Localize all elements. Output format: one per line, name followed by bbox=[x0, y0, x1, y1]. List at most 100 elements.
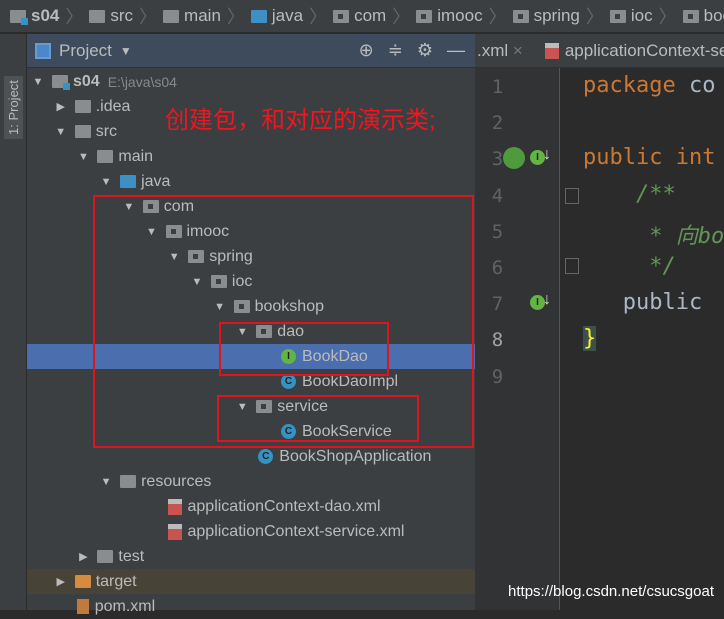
collapse-arrow-icon[interactable]: ▶ bbox=[53, 100, 69, 113]
breadcrumb-item[interactable]: bookshop bbox=[682, 6, 724, 26]
expand-arrow-icon[interactable]: ▼ bbox=[30, 76, 46, 88]
line-number: 5 bbox=[491, 220, 504, 243]
navigation-breadcrumb: s04 〉 src 〉 main 〉 java 〉 com 〉 imooc 〉 spring 〉 ioc 〉 b… bbox=[0, 0, 724, 33]
code-token: package bbox=[583, 73, 689, 98]
expand-arrow-icon[interactable]: ▼ bbox=[75, 151, 91, 163]
separator-icon: 〉 bbox=[226, 7, 245, 27]
tree-item-label: BookShopApplication bbox=[279, 447, 432, 465]
tree-item-label: applicationContext-service.xml bbox=[187, 522, 405, 540]
folder-icon bbox=[416, 9, 433, 23]
module-path: E:\java\s04 bbox=[107, 73, 177, 90]
tree-item[interactable]: ▶ test bbox=[27, 544, 475, 569]
folder-icon bbox=[609, 9, 626, 23]
line-number: 8 bbox=[491, 329, 504, 352]
breadcrumb-item[interactable]: ioc bbox=[609, 6, 653, 26]
breadcrumb-item[interactable]: java bbox=[250, 6, 304, 26]
folder-icon bbox=[250, 9, 267, 23]
tree-item-label: pom.xml bbox=[94, 597, 156, 615]
breadcrumb-label: src bbox=[110, 6, 134, 25]
code-token: */ bbox=[583, 254, 676, 279]
breadcrumb-item[interactable]: s04 bbox=[10, 6, 59, 26]
maven-file-icon bbox=[76, 599, 89, 614]
expand-arrow-icon[interactable]: ▼ bbox=[53, 126, 69, 138]
code-line: public int bbox=[583, 145, 715, 170]
tool-window-stripe: 1: Project bbox=[0, 34, 27, 610]
code-token: int bbox=[675, 145, 716, 171]
line-number: 1 bbox=[491, 76, 504, 98]
tree-item[interactable]: ▼ resources bbox=[27, 469, 475, 494]
tab-xml[interactable]: .xml × bbox=[477, 41, 523, 61]
collapse-icon[interactable]: ≑ bbox=[388, 40, 403, 61]
line-number: 3 bbox=[491, 148, 504, 171]
tree-item[interactable]: ▼ s04 E:\java\s04 bbox=[27, 69, 475, 94]
line-number: 4 bbox=[491, 184, 504, 207]
breadcrumb-label: java bbox=[271, 6, 304, 25]
breadcrumb-label: spring bbox=[533, 6, 580, 25]
tab-label: applicationContext-se bbox=[564, 40, 724, 60]
breadcrumb-item[interactable]: src bbox=[89, 6, 133, 26]
tree-item-label: applicationContext-dao.xml bbox=[187, 497, 381, 515]
xml-file-icon bbox=[167, 498, 182, 515]
arrow-down-icon: ↓ bbox=[543, 146, 551, 163]
tree-item-label: target bbox=[95, 572, 137, 590]
breadcrumb-label: main bbox=[184, 6, 221, 25]
breadcrumb-item[interactable]: spring bbox=[512, 6, 580, 26]
tree-item[interactable]: ▶ target bbox=[27, 569, 475, 594]
tree-item[interactable]: ▼ java bbox=[27, 169, 475, 194]
separator-icon: 〉 bbox=[488, 7, 507, 27]
editor-tabs: .xml × applicationContext-se bbox=[475, 34, 724, 68]
minimize-icon[interactable]: — bbox=[447, 40, 465, 61]
project-tool-button[interactable]: 1: Project bbox=[4, 76, 23, 139]
annotation-box-dao bbox=[219, 322, 389, 376]
close-icon[interactable]: × bbox=[513, 41, 523, 60]
tree-item[interactable]: applicationContext-dao.xml bbox=[27, 494, 475, 519]
chevron-down-icon[interactable]: ▼ bbox=[120, 44, 132, 58]
separator-icon: 〉 bbox=[585, 7, 604, 27]
tree-item[interactable]: ▼ main bbox=[27, 144, 475, 169]
separator-icon: 〉 bbox=[658, 7, 677, 27]
expand-arrow-icon[interactable]: ▼ bbox=[98, 176, 114, 188]
breadcrumb-item[interactable]: imooc bbox=[416, 6, 483, 26]
tree-item[interactable]: applicationContext-service.xml bbox=[27, 519, 475, 544]
editor-gutter: I ↓ I ↓ 123456789 bbox=[475, 68, 579, 610]
breadcrumb-item[interactable]: main bbox=[163, 6, 221, 26]
tab-applicationcontext-service[interactable]: applicationContext-se bbox=[543, 41, 724, 61]
breadcrumb-label: imooc bbox=[437, 6, 483, 25]
tree-item[interactable]: pom.xml bbox=[27, 594, 475, 619]
locate-icon[interactable]: ⊕ bbox=[359, 40, 374, 61]
folder-icon bbox=[163, 9, 180, 23]
annotation-text: 创建包，和对应的演示类; bbox=[165, 107, 436, 134]
folder-icon bbox=[52, 75, 70, 90]
breadcrumb-label: com bbox=[354, 6, 387, 25]
xml-file-icon bbox=[167, 523, 182, 540]
folder-icon bbox=[74, 100, 91, 113]
tree-item-label: .idea bbox=[95, 97, 131, 115]
gear-icon[interactable]: ⚙ bbox=[417, 40, 433, 61]
expand-arrow-icon[interactable]: ▼ bbox=[98, 476, 114, 488]
project-panel-header: Project ▼ ⊕ ≑ ⚙ — bbox=[27, 34, 475, 68]
tree-item-label: test bbox=[118, 547, 145, 565]
fold-icon[interactable] bbox=[565, 258, 579, 274]
breadcrumb-item[interactable]: com bbox=[333, 6, 386, 26]
code-token: * 向bo bbox=[583, 223, 724, 249]
code-line: * 向bo bbox=[583, 218, 724, 250]
code-token: /** bbox=[583, 181, 676, 207]
project-view-selector[interactable]: Project bbox=[59, 41, 112, 61]
fold-icon[interactable] bbox=[565, 188, 579, 204]
collapse-arrow-icon[interactable]: ▶ bbox=[75, 550, 91, 563]
breadcrumb-label: ioc bbox=[630, 6, 653, 25]
separator-icon: 〉 bbox=[65, 7, 84, 27]
collapse-arrow-icon[interactable]: ▶ bbox=[53, 575, 69, 588]
folder-icon bbox=[120, 175, 137, 188]
line-number: 2 bbox=[491, 112, 504, 135]
code-token: public bbox=[583, 290, 703, 316]
separator-icon: 〉 bbox=[139, 7, 158, 27]
folder-icon bbox=[333, 9, 350, 23]
code-token: } bbox=[583, 326, 597, 352]
code-line: package co bbox=[583, 73, 715, 98]
class-icon: C bbox=[258, 449, 274, 464]
watermark: https://blog.csdn.net/csucsgoat bbox=[508, 583, 714, 600]
folder-icon bbox=[89, 9, 106, 23]
xml-file-icon bbox=[544, 42, 559, 59]
tree-item-label: java bbox=[141, 172, 171, 190]
